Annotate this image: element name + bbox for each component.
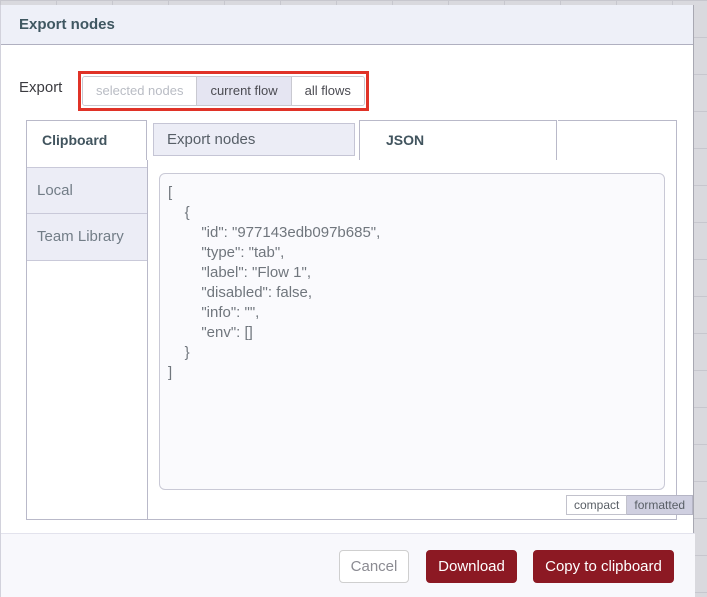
download-button[interactable]: Download xyxy=(426,550,517,583)
library-item-team-library[interactable]: Team Library xyxy=(27,214,147,261)
format-compact-button[interactable]: compact xyxy=(566,495,628,515)
scope-selected-nodes-button[interactable]: selected nodes xyxy=(83,77,197,105)
tab-clipboard[interactable]: Clipboard xyxy=(26,120,147,160)
export-scope-button-group: selected nodes current flow all flows xyxy=(82,76,365,106)
tab-json[interactable]: JSON xyxy=(359,120,557,160)
dialog-title: Export nodes xyxy=(1,5,693,45)
json-format-toggle: compact formatted xyxy=(566,495,694,515)
json-export-textarea[interactable]: [ { "id": "977143edb097b685", "type": "t… xyxy=(159,173,665,490)
scope-all-flows-button[interactable]: all flows xyxy=(290,77,364,105)
format-formatted-button[interactable]: formatted xyxy=(627,495,694,515)
copy-to-clipboard-button[interactable]: Copy to clipboard xyxy=(533,550,674,583)
scope-current-flow-button[interactable]: current flow xyxy=(196,77,291,105)
cancel-button[interactable]: Cancel xyxy=(339,550,409,583)
annotation-red-box: selected nodes current flow all flows xyxy=(78,71,369,111)
tab-export-nodes[interactable]: Export nodes xyxy=(153,123,355,156)
library-item-local[interactable]: Local xyxy=(27,167,147,214)
export-scope-label: Export xyxy=(19,79,63,96)
library-column-divider xyxy=(147,160,148,520)
dialog-footer: Cancel Download Copy to clipboard xyxy=(1,534,695,597)
export-nodes-dialog: Export nodes Export selected nodes curre… xyxy=(0,5,695,597)
library-list: Local Team Library xyxy=(27,167,147,261)
json-export-text: [ { "id": "977143edb097b685", "type": "t… xyxy=(168,184,381,381)
panel-top-border xyxy=(558,120,677,121)
